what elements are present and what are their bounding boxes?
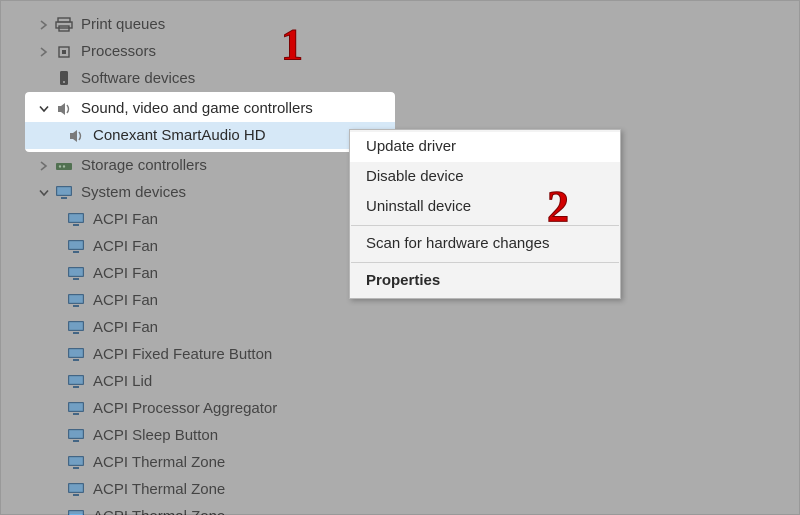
tree-item-label: ACPI Fan	[93, 287, 168, 314]
monitor-icon	[55, 184, 73, 202]
chevron-down-icon[interactable]	[37, 102, 51, 116]
tree-item-label: ACPI Processor Aggregator	[93, 395, 287, 422]
monitor-icon	[67, 211, 85, 229]
tree-item-label: ACPI Fan	[93, 260, 168, 287]
chevron-down-icon[interactable]	[37, 186, 51, 200]
tree-item-system-child[interactable]: ACPI Sleep Button	[1, 422, 799, 449]
menu-item-label: Update driver	[366, 138, 456, 155]
menu-item-label: Scan for hardware changes	[366, 235, 549, 252]
monitor-icon	[67, 373, 85, 391]
menu-item-uninstall-device[interactable]: Uninstall device	[350, 192, 620, 222]
menu-item-disable-device[interactable]: Disable device	[350, 162, 620, 192]
speaker-icon	[67, 127, 85, 145]
tree-item-system-child[interactable]: ACPI Processor Aggregator	[1, 395, 799, 422]
tree-item-system-child[interactable]: ACPI Fan	[1, 314, 799, 341]
tree-item-print-queues[interactable]: Print queues	[1, 11, 799, 38]
monitor-icon	[67, 238, 85, 256]
tree-item-label: ACPI Lid	[93, 368, 162, 395]
tree-item-label: Conexant SmartAudio HD	[93, 122, 276, 149]
storage-controller-icon	[55, 157, 73, 175]
tree-item-system-child[interactable]: ACPI Thermal Zone	[1, 449, 799, 476]
tree-item-label: ACPI Thermal Zone	[93, 449, 235, 476]
menu-item-update-driver[interactable]: Update driver	[350, 132, 620, 162]
menu-item-scan-hardware[interactable]: Scan for hardware changes	[350, 229, 620, 259]
menu-item-label: Properties	[366, 272, 440, 289]
chevron-right-icon[interactable]	[37, 159, 51, 173]
monitor-icon	[67, 508, 85, 515]
monitor-icon	[67, 292, 85, 310]
tree-item-label: ACPI Fan	[93, 314, 168, 341]
tree-item-system-child[interactable]: ACPI Thermal Zone	[1, 476, 799, 503]
tree-item-label: ACPI Fixed Feature Button	[93, 341, 282, 368]
tree-item-label: ACPI Thermal Zone	[93, 476, 235, 503]
menu-item-properties[interactable]: Properties	[350, 266, 620, 296]
tree-item-system-child[interactable]: ACPI Fixed Feature Button	[1, 341, 799, 368]
printer-icon	[55, 16, 73, 34]
menu-item-label: Uninstall device	[366, 198, 471, 215]
tree-item-label: Storage controllers	[81, 152, 217, 179]
software-device-icon	[55, 70, 73, 88]
menu-separator	[351, 225, 619, 226]
monitor-icon	[67, 346, 85, 364]
tree-item-label: ACPI Fan	[93, 206, 168, 233]
tree-item-label: Print queues	[81, 11, 175, 38]
tree-item-system-child[interactable]: ACPI Thermal Zone	[1, 503, 799, 515]
tree-item-label: Software devices	[81, 65, 205, 92]
monitor-icon	[67, 265, 85, 283]
monitor-icon	[67, 319, 85, 337]
tree-item-label: Processors	[81, 38, 166, 65]
speaker-icon	[55, 100, 73, 118]
monitor-icon	[67, 454, 85, 472]
tree-item-label: ACPI Thermal Zone	[93, 503, 235, 515]
tree-item-label: ACPI Fan	[93, 233, 168, 260]
monitor-icon	[67, 400, 85, 418]
monitor-icon	[67, 427, 85, 445]
tree-item-software-devices[interactable]: Software devices	[1, 65, 799, 92]
tree-item-label: System devices	[81, 179, 196, 206]
chevron-right-icon[interactable]	[37, 45, 51, 59]
context-menu: Update driver Disable device Uninstall d…	[349, 129, 621, 299]
tree-item-conexant[interactable]: Conexant SmartAudio HD	[25, 122, 395, 149]
chevron-right-icon[interactable]	[37, 18, 51, 32]
tree-item-sound-group: Sound, video and game controllers Conexa…	[25, 92, 395, 152]
tree-item-processors[interactable]: Processors	[1, 38, 799, 65]
tree-item-label: Sound, video and game controllers	[81, 95, 323, 122]
tree-item-sound[interactable]: Sound, video and game controllers	[25, 95, 395, 122]
cpu-icon	[55, 43, 73, 61]
tree-item-label: ACPI Sleep Button	[93, 422, 228, 449]
monitor-icon	[67, 481, 85, 499]
menu-item-label: Disable device	[366, 168, 464, 185]
tree-item-system-child[interactable]: ACPI Lid	[1, 368, 799, 395]
menu-separator	[351, 262, 619, 263]
